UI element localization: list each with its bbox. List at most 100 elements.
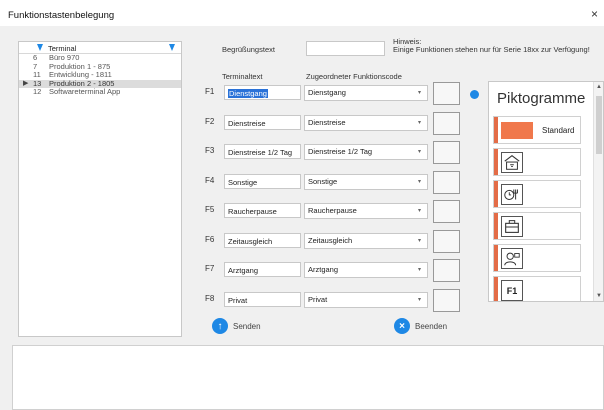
pictogram-briefcase[interactable]: [493, 212, 581, 240]
function-code-value: Zeitausgleich: [308, 236, 353, 245]
terminal-name: Softwareterminal App: [49, 87, 121, 96]
function-code-select[interactable]: Sonstige ▾: [304, 174, 428, 190]
terminal-row[interactable]: 12 Softwareterminal App: [19, 87, 181, 97]
terminaltext-input[interactable]: Raucherpause: [224, 203, 301, 218]
pictogram-slot[interactable]: [433, 82, 460, 105]
terminaltext-input[interactable]: Privat: [224, 292, 301, 307]
row-selected-marker: ▶: [23, 79, 29, 87]
function-code-select[interactable]: Zeitausgleich ▾: [304, 233, 428, 249]
send-button[interactable]: ↑ Senden: [212, 318, 261, 334]
pictogram-accent-bar: [494, 245, 498, 271]
filter-icon[interactable]: [37, 44, 43, 51]
function-key-label: F3: [205, 146, 215, 155]
close-circle-icon: ×: [394, 318, 410, 334]
pictogram-slot[interactable]: [433, 259, 460, 282]
function-code-select[interactable]: Arztgang ▾: [304, 262, 428, 278]
pictogram-slot[interactable]: [433, 230, 460, 253]
scroll-down-icon[interactable]: ▼: [596, 293, 602, 299]
terminal-column-header[interactable]: Terminal: [48, 44, 76, 53]
pictogram-slot[interactable]: [433, 171, 460, 194]
exit-button[interactable]: × Beenden: [394, 318, 447, 334]
terminaltext-input[interactable]: Dienstreise 1/2 Tag: [224, 144, 301, 159]
pictogram-doctor[interactable]: [493, 244, 581, 272]
function-code-select[interactable]: Dienstreise ▾: [304, 115, 428, 131]
terminaltext-input[interactable]: Dienstgang: [224, 85, 301, 100]
function-code-value: Raucherpause: [308, 206, 357, 215]
pictogram-accent-bar: [494, 213, 498, 239]
title-bar: Funktionstastenbelegung ×: [0, 0, 604, 26]
terminaltext-value: Sonstige: [228, 178, 258, 187]
function-code-select[interactable]: Dienstreise 1/2 Tag ▾: [304, 144, 428, 160]
pictogram-panel[interactable]: Piktogramme Standard F1 ▲ ▼: [488, 81, 604, 302]
function-code-value: Sonstige: [308, 177, 338, 186]
function-code-value: Dienstgang: [308, 88, 346, 97]
chevron-down-icon: ▾: [417, 238, 421, 244]
function-code-value: Privat: [308, 295, 328, 304]
send-button-label: Senden: [233, 321, 261, 331]
function-code-value: Dienstreise: [308, 118, 346, 127]
filter-icon[interactable]: [169, 44, 175, 51]
terminaltext-value: Raucherpause: [228, 207, 277, 216]
function-code-select[interactable]: Raucherpause ▾: [304, 203, 428, 219]
chevron-down-icon: ▾: [417, 149, 421, 155]
terminaltext-value: Dienstgang: [228, 89, 268, 98]
function-key-label: F8: [205, 294, 215, 303]
pictogram-accent-bar: [494, 181, 498, 207]
building-icon: [501, 152, 523, 173]
terminaltext-value: Privat: [228, 296, 248, 305]
chevron-down-icon: ▾: [417, 297, 421, 303]
window-title: Funktionstastenbelegung: [8, 10, 115, 21]
terminaltext-input[interactable]: Arztgang: [224, 262, 301, 277]
break-icon: [501, 184, 523, 205]
pictogram-title: Piktogramme: [497, 90, 586, 107]
terminaltext-value: Dienstreise: [228, 119, 266, 128]
scroll-up-icon[interactable]: ▲: [596, 84, 602, 90]
terminaltext-input[interactable]: Zeitausgleich: [224, 233, 301, 248]
function-key-label: F2: [205, 117, 215, 126]
pictogram-f1-key[interactable]: F1: [493, 276, 581, 301]
function-key-label: F6: [205, 235, 215, 244]
terminaltext-input[interactable]: Dienstreise: [224, 115, 301, 130]
terminal-list[interactable]: Terminal 6 Büro 970 7 Produktion 1 - 875 11 E…: [18, 41, 182, 337]
function-code-select[interactable]: Privat ▾: [304, 292, 428, 308]
terminal-id: 12: [33, 87, 42, 96]
doctor-icon: [501, 248, 523, 269]
function-code-select[interactable]: Dienstgang ▾: [304, 85, 428, 101]
pictogram-standard-label: Standard: [542, 126, 575, 135]
pictogram-building[interactable]: [493, 148, 581, 176]
orange-swatch-icon: [501, 122, 533, 139]
function-key-label: F5: [205, 205, 215, 214]
greeting-input[interactable]: [306, 41, 385, 56]
function-key-label: F1: [205, 87, 215, 96]
f1-key-icon: F1: [501, 280, 523, 301]
scroll-thumb[interactable]: [596, 96, 602, 154]
pictogram-standard[interactable]: Standard: [493, 116, 581, 144]
terminal-list-header: Terminal: [19, 42, 181, 54]
pictogram-accent-bar: [494, 117, 498, 143]
pictogram-slot[interactable]: [433, 112, 460, 135]
pictogram-slot[interactable]: [433, 141, 460, 164]
terminaltext-value: Zeitausgleich: [228, 237, 273, 246]
chevron-down-icon: ▾: [417, 120, 421, 126]
greeting-label: Begrüßungstext: [222, 45, 275, 54]
chevron-down-icon: ▾: [417, 179, 421, 185]
f1-key-icon-text: F1: [506, 285, 518, 296]
pictogram-scrollbar[interactable]: ▲ ▼: [593, 82, 603, 301]
function-code-column-header: Zugeordneter Funktionscode: [306, 72, 402, 81]
briefcase-icon: [501, 216, 523, 237]
close-icon[interactable]: ×: [591, 8, 598, 20]
pictogram-slot[interactable]: [433, 200, 460, 223]
chevron-down-icon: ▾: [417, 208, 421, 214]
pictogram-slot[interactable]: [433, 289, 460, 312]
function-key-label: F7: [205, 264, 215, 273]
pictogram-accent-bar: [494, 149, 498, 175]
function-code-value: Dienstreise 1/2 Tag: [308, 147, 373, 156]
selected-key-indicator: [470, 90, 479, 99]
terminaltext-column-header: Terminaltext: [222, 72, 263, 81]
pictogram-accent-bar: [494, 277, 498, 301]
function-code-value: Arztgang: [308, 265, 339, 274]
chevron-down-icon: ▾: [417, 267, 421, 273]
terminaltext-input[interactable]: Sonstige: [224, 174, 301, 189]
pictogram-break[interactable]: [493, 180, 581, 208]
exit-button-label: Beenden: [415, 321, 448, 331]
